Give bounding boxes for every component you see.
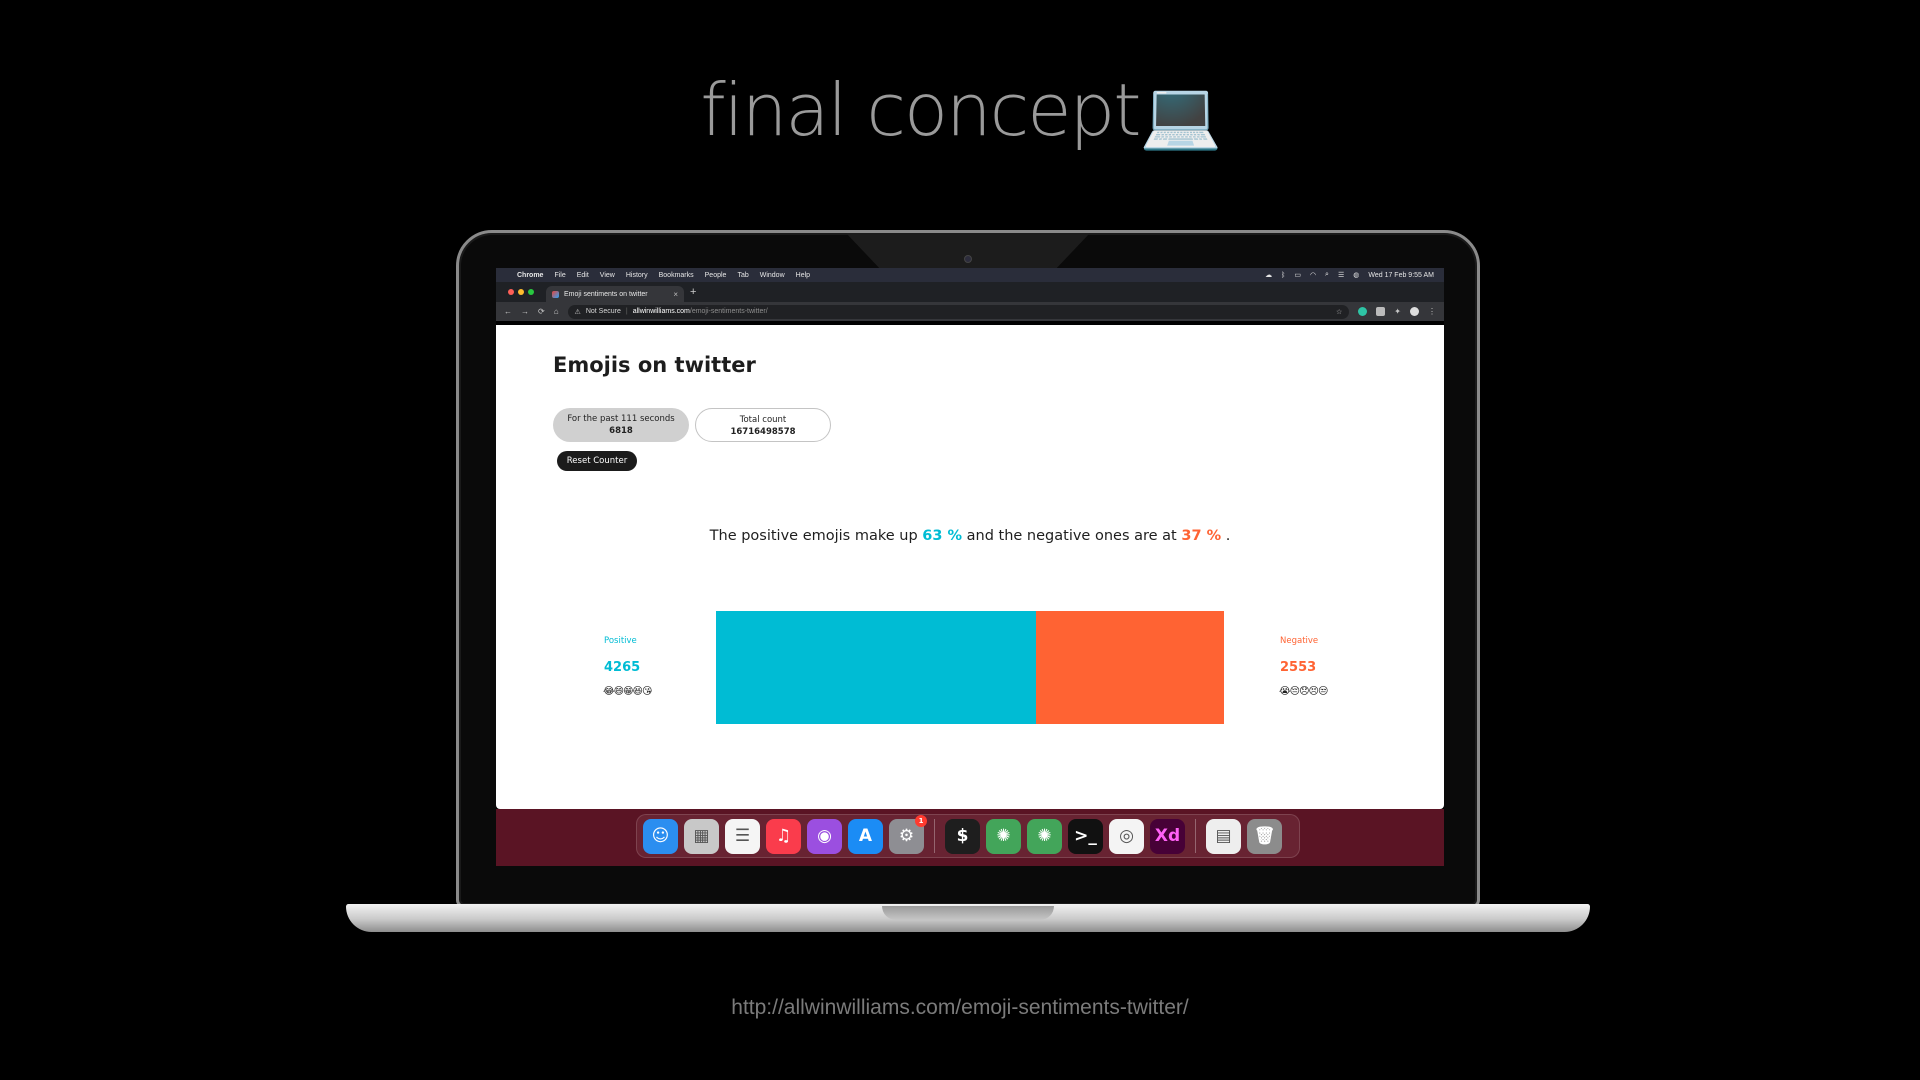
home-icon[interactable]: ⌂ bbox=[554, 307, 559, 316]
sentiment-summary: The positive emojis make up 63 % and the… bbox=[496, 528, 1444, 544]
terminal-icon[interactable]: $ bbox=[945, 818, 980, 854]
tab-close-icon[interactable]: × bbox=[673, 290, 678, 299]
browser-tab-bar: Emoji sentiments on twitter × + bbox=[496, 282, 1444, 302]
mac-dock: ☺ ▦ ☰ ♫ ◉ A ⚙ 1 $ ✺ ✺ >_ ◎ Xd ▤ 🗑 bbox=[636, 814, 1300, 858]
menubar-history[interactable]: History bbox=[626, 272, 648, 279]
music-icon[interactable]: ♫ bbox=[766, 818, 801, 854]
adobe-xd-icon[interactable]: Xd bbox=[1150, 818, 1185, 854]
podcasts-icon[interactable]: ◉ bbox=[807, 818, 842, 854]
menubar-help[interactable]: Help bbox=[796, 272, 810, 279]
url-path: /emoji-sentiments-twitter/ bbox=[689, 308, 768, 315]
dock-separator bbox=[1195, 819, 1196, 853]
camera-icon bbox=[964, 255, 972, 263]
menubar-tab[interactable]: Tab bbox=[737, 272, 748, 279]
laptop-emoji-icon: 💻 bbox=[1139, 76, 1221, 153]
browser-menu-icon[interactable]: ⋮ bbox=[1428, 307, 1436, 316]
wifi-icon[interactable]: ◠ bbox=[1310, 271, 1316, 279]
app-store-icon[interactable]: A bbox=[848, 818, 883, 854]
mac-menubar: Chrome File Edit View History Bookmarks … bbox=[496, 268, 1444, 282]
control-center-icon[interactable]: ☰ bbox=[1338, 271, 1344, 279]
web-page: Emojis on twitter For the past 111 secon… bbox=[496, 325, 1444, 809]
sentiment-bar bbox=[716, 611, 1224, 724]
reset-counter-button[interactable]: Reset Counter bbox=[557, 451, 637, 471]
menubar-view[interactable]: View bbox=[600, 272, 615, 279]
extension-square-icon[interactable] bbox=[1376, 307, 1386, 316]
address-bar[interactable]: ⚠ Not Secure | allwinwilliams.com/emoji-… bbox=[567, 304, 1350, 319]
past-seconds-value: 6818 bbox=[609, 426, 633, 436]
summary-suffix: . bbox=[1225, 528, 1231, 544]
positive-label: Positive bbox=[604, 636, 637, 646]
url-host: allwinwilliams.com bbox=[632, 308, 690, 315]
positive-bar-segment bbox=[716, 611, 1037, 724]
summary-middle: and the negative ones are at bbox=[966, 528, 1177, 544]
back-icon[interactable]: ← bbox=[504, 307, 512, 316]
notification-badge: 1 bbox=[915, 814, 927, 827]
page-title: Emojis on twitter bbox=[553, 353, 756, 377]
reminders-icon[interactable]: ☰ bbox=[725, 818, 760, 854]
menubar-app-name[interactable]: Chrome bbox=[517, 272, 543, 279]
menubar-window[interactable]: Window bbox=[760, 272, 785, 279]
past-seconds-label: For the past 111 seconds bbox=[567, 414, 675, 424]
documents-icon[interactable]: ▤ bbox=[1206, 818, 1241, 854]
extension-icon[interactable] bbox=[1358, 307, 1368, 316]
spotlight-search-icon[interactable]: ⌕ bbox=[1325, 271, 1329, 279]
terminal-2-icon[interactable]: >_ bbox=[1068, 818, 1103, 854]
extensions-puzzle-icon[interactable]: ✦ bbox=[1394, 307, 1401, 316]
menubar-bookmarks[interactable]: Bookmarks bbox=[659, 272, 694, 279]
browser-tab[interactable]: Emoji sentiments on twitter × bbox=[546, 286, 684, 302]
atom-2-icon[interactable]: ✺ bbox=[1027, 818, 1062, 854]
browser-toolbar: ← → ⟳ ⌂ ⚠ Not Secure | allwinwilliams.co… bbox=[496, 302, 1444, 321]
battery-icon[interactable]: ▭ bbox=[1294, 271, 1301, 279]
laptop-base-notch bbox=[882, 906, 1054, 920]
menubar-file[interactable]: File bbox=[554, 272, 565, 279]
negative-count: 2553 bbox=[1280, 660, 1317, 675]
summary-positive-pct: 63 % bbox=[922, 528, 963, 544]
summary-prefix: The positive emojis make up bbox=[709, 528, 918, 544]
negative-label: Negative bbox=[1280, 636, 1319, 646]
laptop-notch bbox=[846, 233, 1090, 269]
siri-icon[interactable]: ◍ bbox=[1353, 271, 1359, 279]
laptop-screen: Chrome File Edit View History Bookmarks … bbox=[496, 268, 1444, 866]
minimize-window-icon[interactable] bbox=[518, 289, 524, 295]
new-tab-button[interactable]: + bbox=[690, 286, 696, 298]
negative-bar-segment bbox=[1036, 611, 1224, 724]
window-controls bbox=[508, 289, 534, 295]
bluetooth-icon[interactable]: ᛒ bbox=[1281, 272, 1285, 279]
reload-icon[interactable]: ⟳ bbox=[538, 307, 545, 316]
system-preferences-icon[interactable]: ⚙ 1 bbox=[889, 814, 927, 854]
menubar-clock[interactable]: Wed 17 Feb 9:55 AM bbox=[1368, 272, 1434, 279]
forward-icon[interactable]: → bbox=[521, 307, 529, 316]
menubar-people[interactable]: People bbox=[705, 272, 727, 279]
total-count-value: 16716498578 bbox=[730, 427, 796, 437]
negative-emojis: 😭😔😞😣😒 bbox=[1279, 686, 1328, 697]
total-count-label: Total count bbox=[739, 415, 787, 425]
favicon-icon bbox=[552, 290, 559, 298]
slide-url: http://allwinwilliams.com/emoji-sentimen… bbox=[731, 996, 1189, 1019]
bookmark-star-icon[interactable]: ☆ bbox=[1336, 308, 1342, 316]
launchpad-icon[interactable]: ▦ bbox=[684, 818, 719, 854]
past-seconds-counter[interactable]: For the past 111 seconds 6818 bbox=[553, 408, 689, 442]
finder-icon[interactable]: ☺ bbox=[643, 818, 678, 854]
positive-count: 4265 bbox=[604, 660, 641, 675]
zoom-window-icon[interactable] bbox=[528, 289, 534, 295]
menubar-status-area: ☁ ᛒ ▭ ◠ ⌕ ☰ ◍ Wed 17 Feb 9:55 AM bbox=[1265, 271, 1434, 279]
menubar-edit[interactable]: Edit bbox=[577, 272, 589, 279]
cloud-icon[interactable]: ☁ bbox=[1265, 271, 1272, 279]
trash-icon[interactable]: 🗑 bbox=[1247, 818, 1282, 854]
not-secure-label[interactable]: Not Secure bbox=[586, 308, 621, 315]
profile-avatar-icon[interactable] bbox=[1410, 307, 1419, 316]
slide-title-text: final concept bbox=[700, 68, 1141, 152]
omnibox-separator: | bbox=[625, 308, 628, 315]
positive-emojis: 😂😄😁😆😘 bbox=[603, 686, 652, 697]
summary-negative-pct: 37 % bbox=[1181, 528, 1222, 544]
tab-title: Emoji sentiments on twitter bbox=[564, 290, 648, 298]
total-count-counter[interactable]: Total count 16716498578 bbox=[695, 408, 831, 442]
dock-separator bbox=[934, 819, 935, 853]
atom-1-icon[interactable]: ✺ bbox=[986, 818, 1021, 854]
chrome-icon[interactable]: ◎ bbox=[1109, 818, 1144, 854]
slide-title: final concept💻 bbox=[0, 68, 1920, 154]
close-window-icon[interactable] bbox=[508, 289, 514, 295]
warning-icon: ⚠ bbox=[574, 308, 581, 316]
